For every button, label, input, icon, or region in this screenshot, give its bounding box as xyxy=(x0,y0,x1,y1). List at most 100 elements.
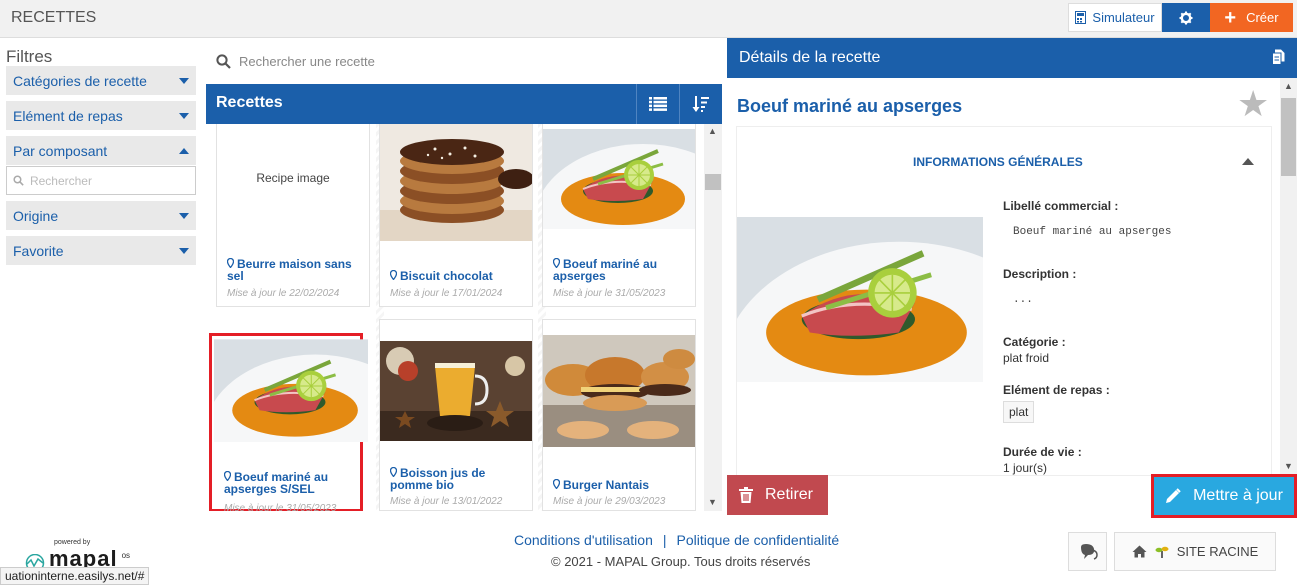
scroll-down-icon[interactable]: ▼ xyxy=(708,497,717,507)
recipe-card[interactable]: Boisson jus de pomme bio Mise à jour le … xyxy=(379,319,533,511)
plant-icon xyxy=(1155,546,1169,558)
recipe-detail-title: Boeuf mariné au apserges xyxy=(737,96,963,116)
trash-icon xyxy=(739,487,753,503)
recipe-date: Mise à jour le 31/05/2023 xyxy=(553,288,666,299)
recipe-card[interactable]: Biscuit chocolat Mise à jour le 17/01/20… xyxy=(379,124,533,307)
recipe-name: Beurre maison sans sel xyxy=(226,257,361,283)
copyright-text: © 2021 - MAPAL Group. Tous droits réserv… xyxy=(551,554,811,569)
brand-suffix: os xyxy=(121,551,131,560)
home-icon xyxy=(1132,545,1147,558)
chevron-down-icon xyxy=(179,247,189,254)
recipe-image-label: Recipe image xyxy=(256,171,330,185)
collapse-toggle[interactable] xyxy=(1242,158,1254,165)
calculator-icon xyxy=(1075,11,1087,24)
recipe-date: Mise à jour le 13/01/2022 xyxy=(390,496,503,507)
filter-label: Origine xyxy=(13,207,59,224)
sort-button[interactable] xyxy=(679,84,722,124)
page-title: RECETTES xyxy=(11,9,97,26)
recipe-card-selected[interactable]: Boeuf mariné au apserges S/SEL Mise à jo… xyxy=(209,333,368,511)
update-button[interactable]: Mettre à jour xyxy=(1151,474,1297,518)
filter-recipe-categories[interactable]: Catégories de recette xyxy=(6,66,196,95)
section-title[interactable]: INFORMATIONS GÉNÉRALES xyxy=(913,155,1083,169)
chat-button[interactable] xyxy=(1068,532,1107,571)
scroll-up-icon[interactable]: ▲ xyxy=(1284,81,1293,91)
recipe-name: Biscuit chocolat xyxy=(389,269,524,283)
recipe-name: Boisson jus de pomme bio xyxy=(389,466,524,491)
recipe-name: Boeuf mariné au apserges S/SEL xyxy=(223,470,354,496)
recipe-image-biscuit xyxy=(380,124,532,241)
recipe-search-bar[interactable] xyxy=(206,44,716,78)
link-separator: | xyxy=(662,532,667,548)
category-label: Catégorie : xyxy=(1003,335,1066,349)
details-scrollbar[interactable]: ▲ ▼ xyxy=(1280,78,1297,475)
recipe-grid-scrollbar[interactable]: ▲ ▼ xyxy=(704,124,722,511)
recipe-card[interactable]: Burger Nantais Mise à jour le 29/03/2023 xyxy=(542,319,696,511)
filter-origin[interactable]: Origine xyxy=(6,201,196,230)
recipe-date: Mise à jour le 29/03/2023 xyxy=(553,496,666,507)
footer-links: Conditions d'utilisation | Politique de … xyxy=(514,532,839,548)
component-search-input[interactable] xyxy=(29,173,189,188)
meal-element-tag: plat xyxy=(1003,401,1035,423)
settings-button[interactable] xyxy=(1162,3,1210,32)
terms-link[interactable]: Conditions d'utilisation xyxy=(514,532,653,548)
privacy-link[interactable]: Politique de confidentialité xyxy=(677,532,840,548)
sort-icon xyxy=(692,96,709,112)
create-button[interactable]: + Créer xyxy=(1210,3,1293,32)
recipes-title: Recettes xyxy=(216,94,283,111)
scroll-thumb[interactable] xyxy=(1281,98,1296,176)
recipe-image-burger xyxy=(543,335,695,447)
list-view-button[interactable] xyxy=(636,84,679,124)
filter-favorite[interactable]: Favorite xyxy=(6,236,196,265)
recipe-image-placeholder: Recipe image xyxy=(217,124,369,232)
app-root: RECETTES Simulateur + Créer Filtres Caté… xyxy=(0,0,1297,585)
chevron-up-icon xyxy=(179,147,189,154)
gear-icon xyxy=(1179,11,1193,24)
filter-label: Par composant xyxy=(13,142,108,159)
remove-button[interactable]: Retirer xyxy=(727,475,828,515)
scroll-up-icon[interactable]: ▲ xyxy=(708,126,717,136)
recipe-grid: Recipe image Beurre maison sans sel Mise… xyxy=(206,124,704,511)
status-bar-url: uationinterne.easilys.net/# xyxy=(0,567,150,585)
recipes-header: Recettes xyxy=(206,84,722,124)
map-pin-icon xyxy=(389,269,398,282)
recipe-name-text: Beurre maison sans sel xyxy=(227,257,352,283)
recipe-name-text: Boeuf mariné au apserges S/SEL xyxy=(224,470,329,496)
star-icon[interactable]: ★ xyxy=(1237,86,1269,122)
shelf-life-value: 1 jour(s) xyxy=(1003,461,1048,475)
recipe-search-input[interactable] xyxy=(239,53,679,69)
top-bar: RECETTES Simulateur + Créer xyxy=(0,0,1297,38)
recipe-detail-image xyxy=(737,217,983,382)
scroll-down-icon[interactable]: ▼ xyxy=(1284,461,1293,471)
chevron-up-icon xyxy=(1242,158,1254,165)
recipe-date: Mise à jour le 22/02/2024 xyxy=(227,288,340,299)
shelf-life-label: Durée de vie : xyxy=(1003,445,1082,459)
list-icon xyxy=(649,97,667,111)
scroll-thumb[interactable] xyxy=(705,174,721,190)
recipe-name-text: Biscuit chocolat xyxy=(400,269,493,283)
component-search-field[interactable] xyxy=(6,166,196,195)
recipe-name-text: Burger Nantais xyxy=(563,478,650,492)
filter-meal-element[interactable]: Elément de repas xyxy=(6,101,196,130)
filter-by-component[interactable]: Par composant xyxy=(6,136,196,165)
simulator-label: Simulateur xyxy=(1092,10,1155,25)
site-root-button[interactable]: SITE RACINE xyxy=(1114,532,1276,571)
remove-label: Retirer xyxy=(765,486,814,503)
chevron-down-icon xyxy=(179,212,189,219)
recipe-card[interactable]: Recipe image Beurre maison sans sel Mise… xyxy=(216,124,370,307)
simulator-button[interactable]: Simulateur xyxy=(1068,3,1162,32)
copy-icon[interactable] xyxy=(1272,49,1285,68)
meal-element-label: Elément de repas : xyxy=(1003,383,1110,397)
filter-label: Catégories de recette xyxy=(13,72,147,89)
recipe-name: Burger Nantais xyxy=(552,478,687,492)
recipe-date: Mise à jour le 31/05/2023 xyxy=(224,503,337,511)
recipe-card[interactable]: Boeuf mariné au apserges Mise à jour le … xyxy=(542,124,696,307)
chat-icon xyxy=(1080,543,1098,560)
search-icon xyxy=(13,175,24,186)
recipe-name-text: Boeuf mariné au apserges xyxy=(553,257,658,283)
description-label: Description : xyxy=(1003,267,1077,281)
recipe-image-tuna xyxy=(543,129,695,229)
filter-label: Favorite xyxy=(13,242,64,259)
search-icon xyxy=(216,53,231,69)
chevron-down-icon xyxy=(179,77,189,84)
chevron-down-icon xyxy=(179,112,189,119)
